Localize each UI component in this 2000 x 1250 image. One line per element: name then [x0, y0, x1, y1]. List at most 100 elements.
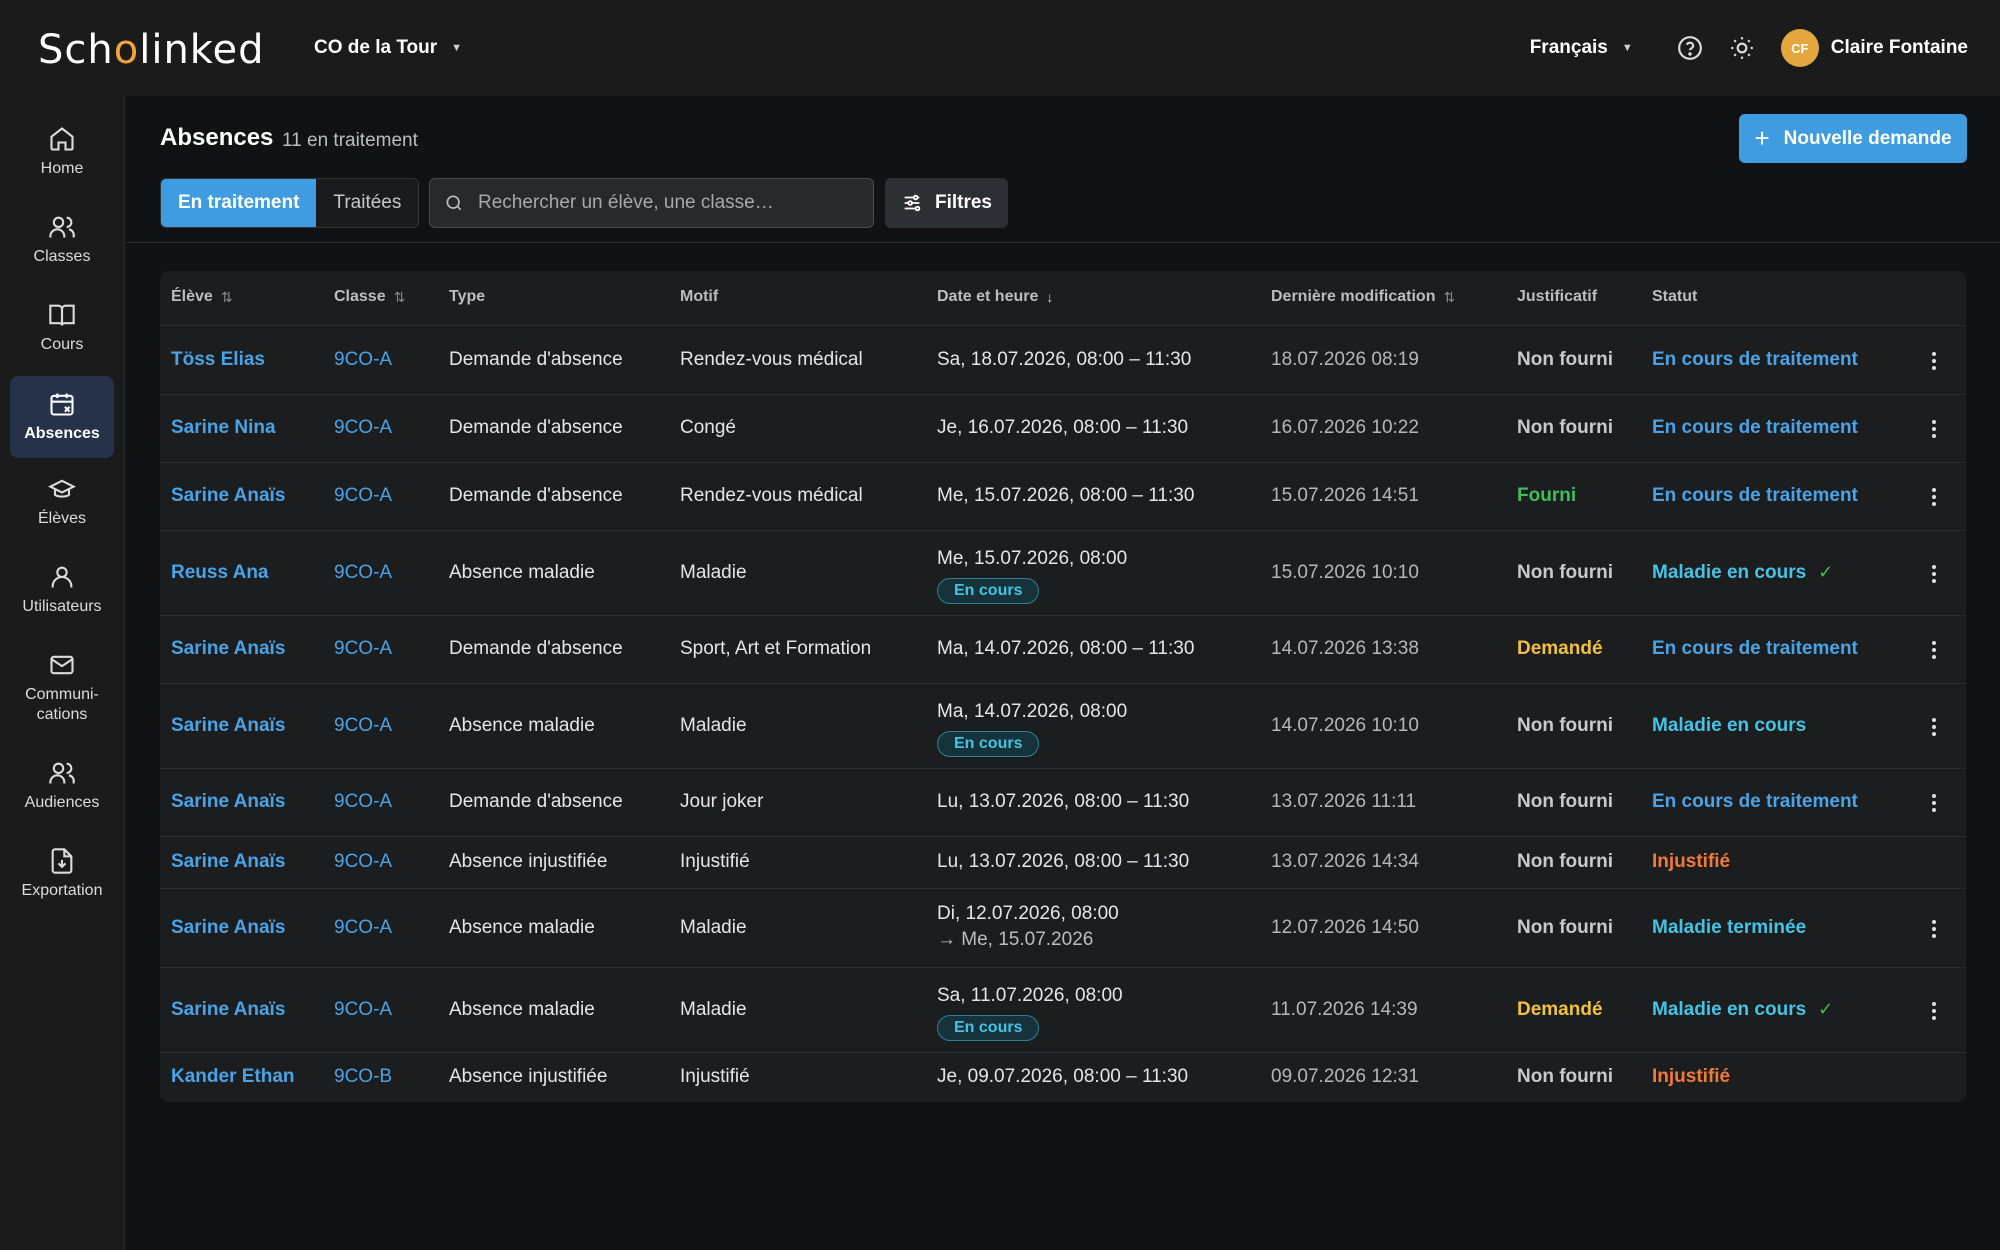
- table-row[interactable]: Sarine Anaïs 9CO-A Demande d'absence Sport,…: [160, 616, 1966, 684]
- date-time-cell: Sa, 18.07.2026, 08:00 – 11:30: [937, 349, 1191, 371]
- absence-type: Demande d'absence: [449, 485, 623, 506]
- language-label: Français: [1529, 37, 1608, 58]
- col-header-modification[interactable]: Dernière modification ⇅: [1271, 288, 1455, 306]
- student-name-link[interactable]: Sarine Anaïs: [171, 917, 285, 939]
- sidebar-item-exportation[interactable]: Exportation: [10, 840, 114, 908]
- more-vertical-icon[interactable]: [1922, 349, 1946, 373]
- student-name-link[interactable]: Sarine Anaïs: [171, 791, 285, 813]
- more-vertical-icon[interactable]: [1922, 417, 1946, 441]
- col-label: Classe: [334, 288, 386, 305]
- request-status: En cours de traitement: [1652, 485, 1858, 507]
- tab-traitees[interactable]: Traitées: [316, 179, 418, 227]
- student-name-link[interactable]: Kander Ethan: [171, 1066, 295, 1088]
- more-vertical-icon[interactable]: [1922, 562, 1946, 586]
- col-header-date[interactable]: Date et heure ↓: [937, 288, 1053, 306]
- last-modified: 13.07.2026 14:34: [1271, 851, 1419, 872]
- student-name-link[interactable]: Sarine Nina: [171, 417, 276, 439]
- sidebar-item-home[interactable]: Home: [10, 118, 114, 186]
- check-icon: ✓: [1818, 561, 1834, 582]
- table-row[interactable]: Sarine Anaïs 9CO-A Absence maladie Maladie S…: [160, 968, 1966, 1053]
- class-link[interactable]: 9CO-A: [334, 562, 392, 584]
- class-link[interactable]: 9CO-A: [334, 417, 392, 439]
- date-time-cell: Me, 15.07.2026, 08:00 En cours: [937, 548, 1127, 604]
- student-name-link[interactable]: Sarine Anaïs: [171, 638, 285, 660]
- col-header-eleve[interactable]: Élève ⇅: [171, 288, 233, 306]
- student-name-link[interactable]: Sarine Anaïs: [171, 851, 285, 873]
- date-time: Ma, 14.07.2026, 08:00 – 11:30: [937, 638, 1195, 659]
- more-vertical-icon[interactable]: [1922, 917, 1946, 941]
- logo-text-prefix: Sch: [38, 27, 114, 73]
- avatar[interactable]: CF: [1780, 29, 1819, 67]
- table-row[interactable]: Sarine Anaïs 9CO-A Absence maladie Maladie D…: [160, 889, 1966, 968]
- more-vertical-icon[interactable]: [1922, 638, 1946, 662]
- new-request-button[interactable]: + Nouvelle demande: [1739, 114, 1967, 163]
- sidebar-item-audiences[interactable]: Audiences: [10, 752, 114, 820]
- tab-en-traitement[interactable]: En traitement: [161, 179, 317, 227]
- absence-type: Absence injustifiée: [449, 1065, 608, 1087]
- status-badge: En cours: [937, 577, 1040, 604]
- schoolinked-logo[interactable]: Sch o linked: [38, 26, 265, 74]
- more-vertical-icon[interactable]: [1922, 791, 1946, 815]
- table-row[interactable]: Sarine Anaïs 9CO-A Absence maladie Maladie M…: [160, 684, 1966, 769]
- sidebar-item-eleves[interactable]: Élèves: [10, 468, 114, 536]
- date-time: Me, 15.07.2026, 08:00: [937, 547, 1128, 569]
- new-request-label: Nouvelle demande: [1783, 127, 1952, 149]
- sidebar-item-absences[interactable]: Absences: [10, 376, 114, 458]
- student-name-link[interactable]: Sarine Anaïs: [171, 485, 285, 507]
- class-link[interactable]: 9CO-A: [334, 349, 392, 371]
- request-status: Maladie en cours ✓: [1652, 999, 1833, 1021]
- user-name[interactable]: Claire Fontaine: [1831, 37, 1968, 59]
- more-vertical-icon[interactable]: [1922, 485, 1946, 509]
- table-row[interactable]: Töss Elias 9CO-A Demande d'absence Rendez-v…: [160, 327, 1966, 395]
- class-link[interactable]: 9CO-A: [334, 917, 392, 939]
- class-link[interactable]: 9CO-A: [334, 999, 392, 1021]
- student-name-link[interactable]: Sarine Anaïs: [171, 999, 285, 1021]
- class-link[interactable]: 9CO-A: [334, 485, 392, 507]
- more-vertical-icon[interactable]: [1922, 715, 1946, 739]
- col-header-classe[interactable]: Classe ⇅: [334, 288, 405, 306]
- class-link[interactable]: 9CO-A: [334, 851, 392, 873]
- table-row[interactable]: Sarine Nina 9CO-A Demande d'absence Congé Je…: [160, 395, 1966, 463]
- search-input[interactable]: [478, 192, 858, 214]
- filters-button[interactable]: Filtres: [885, 178, 1008, 228]
- logo-bubble-mark: o: [113, 27, 140, 73]
- sun-icon[interactable]: [1729, 35, 1755, 61]
- more-vertical-icon[interactable]: [1922, 999, 1946, 1023]
- table-row[interactable]: Sarine Anaïs 9CO-A Demande d'absence Jour j…: [160, 769, 1966, 837]
- absence-reason: Rendez-vous médical: [680, 485, 863, 506]
- class-link[interactable]: 9CO-B: [334, 1066, 392, 1088]
- sidebar-item-communications[interactable]: Communi-cations: [10, 644, 114, 732]
- table-row[interactable]: Kander Ethan 9CO-B Absence injustifiée Inju…: [160, 1053, 1966, 1102]
- class-link[interactable]: 9CO-A: [334, 715, 392, 737]
- last-modified: 16.07.2026 10:22: [1271, 417, 1419, 438]
- table-row[interactable]: Sarine Anaïs 9CO-A Absence injustifiée Inju…: [160, 837, 1966, 889]
- absence-reason: Maladie: [680, 998, 747, 1020]
- absence-type: Absence maladie: [449, 998, 595, 1020]
- date-time-cell: Lu, 13.07.2026, 08:00 – 11:30: [937, 791, 1189, 813]
- sidebar-item-classes[interactable]: Classes: [10, 206, 114, 274]
- page-subtitle-count: 11 en traitement: [282, 130, 418, 151]
- sidebar-item-cours[interactable]: Cours: [10, 294, 114, 362]
- date-time-cell: Lu, 13.07.2026, 08:00 – 11:30: [937, 851, 1189, 873]
- date-time: Ma, 14.07.2026, 08:00: [937, 700, 1128, 722]
- table-row[interactable]: Reuss Ana 9CO-A Absence maladie Maladie Me, …: [160, 531, 1966, 616]
- language-selector[interactable]: Français ▼: [1530, 37, 1633, 59]
- absence-reason: Rendez-vous médical: [680, 349, 863, 370]
- help-icon[interactable]: [1677, 35, 1703, 61]
- class-link[interactable]: 9CO-A: [334, 638, 392, 660]
- student-name-link[interactable]: Sarine Anaïs: [171, 715, 285, 737]
- check-icon: ✓: [1818, 998, 1834, 1019]
- school-name: CO de la Tour: [314, 37, 438, 58]
- justification-status: Non fourni: [1517, 916, 1614, 938]
- student-name-link[interactable]: Töss Elias: [171, 349, 265, 371]
- col-label: Motif: [680, 288, 719, 305]
- student-name-link[interactable]: Reuss Ana: [171, 562, 269, 584]
- absence-type: Absence maladie: [449, 916, 595, 938]
- user-icon: [51, 566, 73, 588]
- class-link[interactable]: 9CO-A: [334, 791, 392, 813]
- table-row[interactable]: Sarine Anaïs 9CO-A Demande d'absence Rendez…: [160, 463, 1966, 531]
- school-selector[interactable]: CO de la Tour ▼: [314, 32, 462, 64]
- col-header-statut: Statut: [1652, 288, 1697, 306]
- sidebar-item-utilisateurs[interactable]: Utilisateurs: [10, 556, 114, 624]
- top-right-controls: Français ▼ CF Claire Fontaine: [1530, 28, 1968, 68]
